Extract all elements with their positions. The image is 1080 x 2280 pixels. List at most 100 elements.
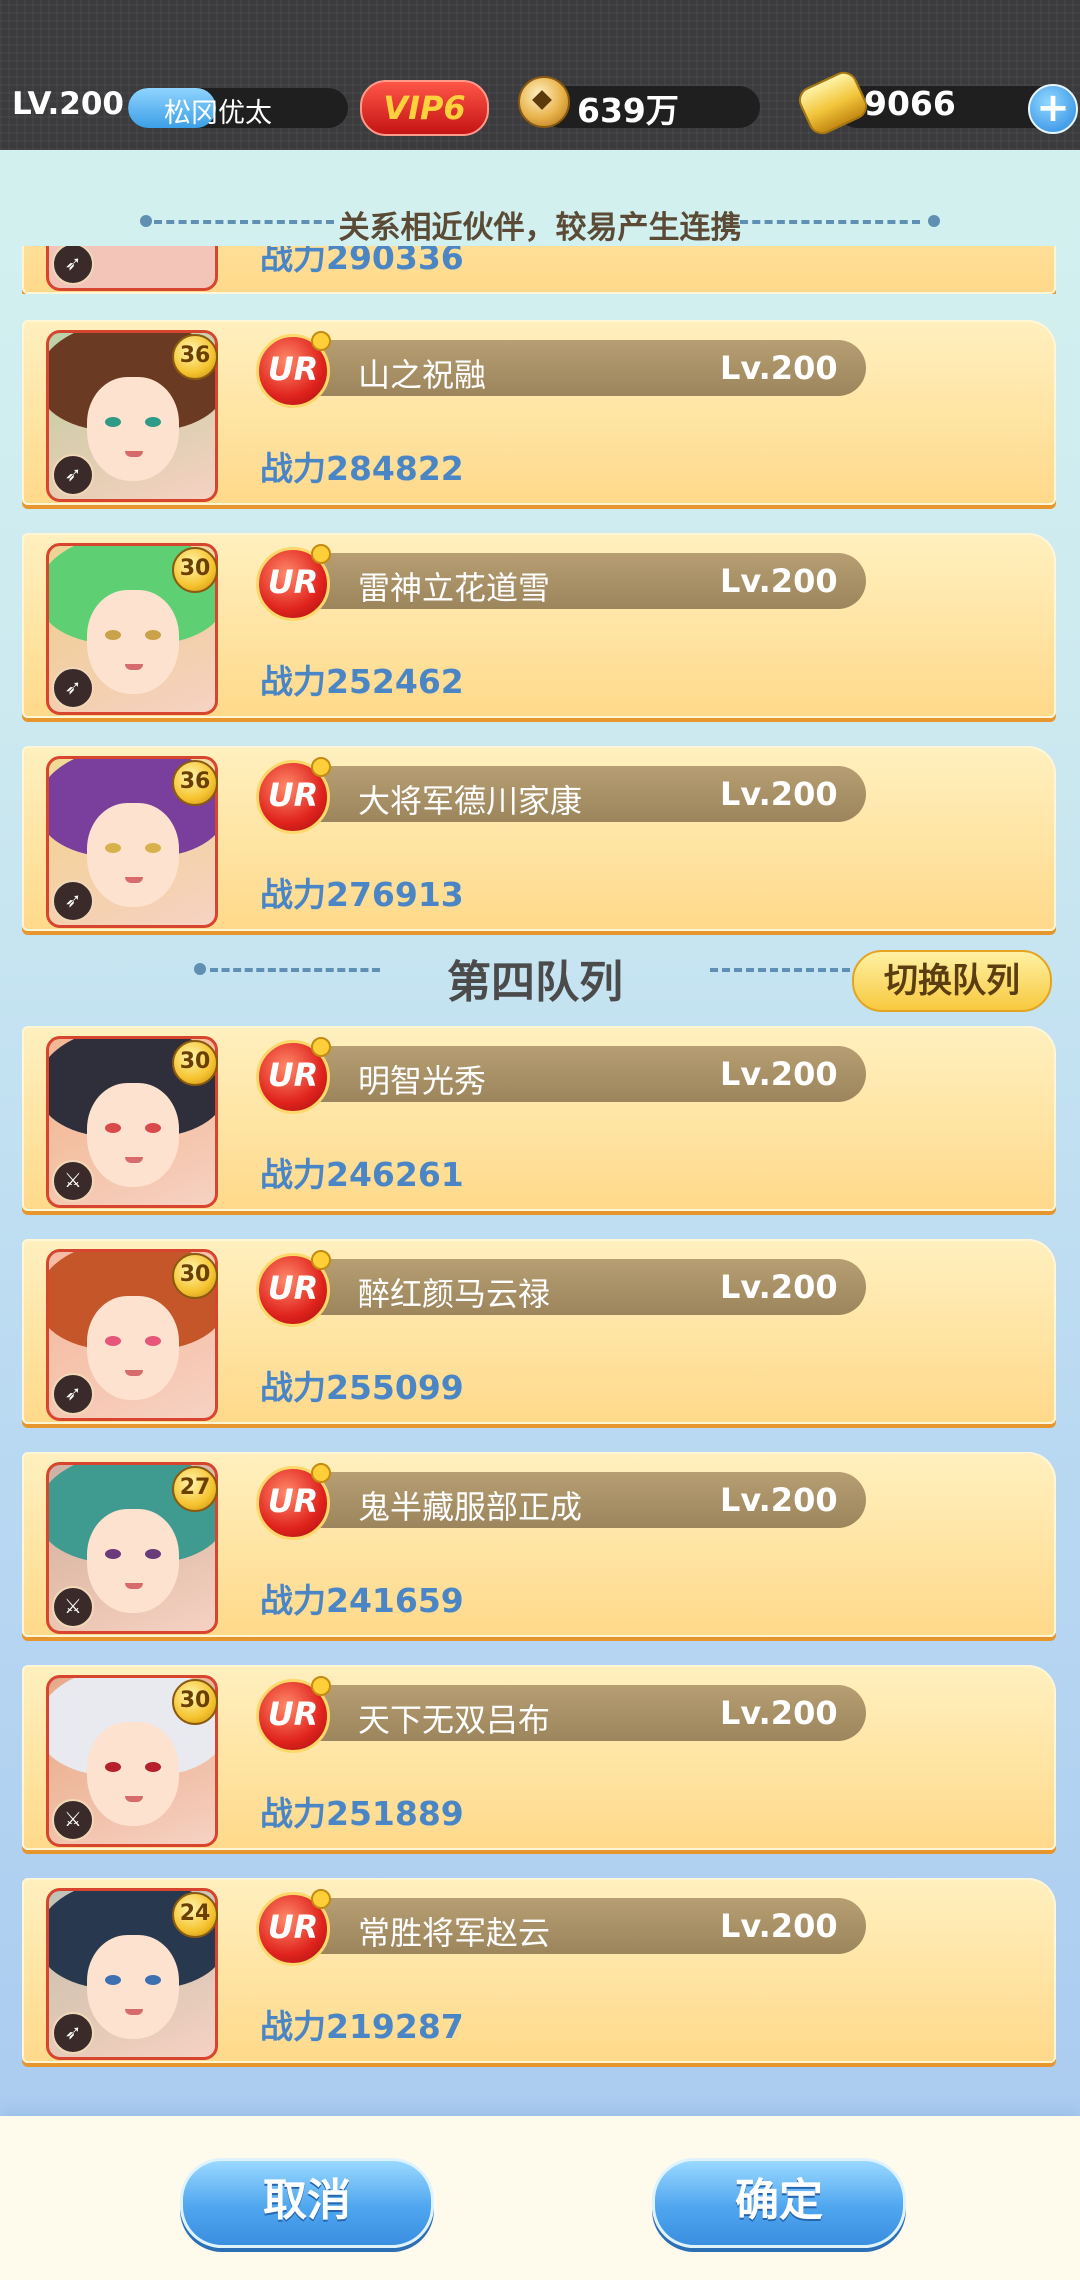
portrait-mouth bbox=[125, 1157, 143, 1163]
portrait-eye bbox=[145, 1975, 161, 1985]
star-level-badge: 36 bbox=[172, 334, 218, 380]
plus-icon[interactable]: + bbox=[1028, 84, 1078, 134]
hero-power: 战力284822 bbox=[260, 449, 464, 488]
hero-level: Lv.200 bbox=[720, 1268, 838, 1306]
portrait-eye bbox=[145, 1123, 161, 1133]
portrait-eye bbox=[145, 1336, 161, 1346]
portrait-mouth bbox=[125, 1796, 143, 1802]
hero-name-plate: 明智光秀 Lv.200 bbox=[286, 1046, 866, 1102]
bow-icon: ➶ bbox=[52, 880, 94, 922]
portrait-face bbox=[87, 1509, 179, 1613]
portrait-eye bbox=[105, 630, 121, 640]
hero-power: 战力251889 bbox=[260, 1794, 464, 1833]
portrait-eye bbox=[105, 417, 121, 427]
hero-power: 战力241659 bbox=[260, 1581, 464, 1620]
portrait-face bbox=[87, 803, 179, 907]
queue4-title: 第四队列 bbox=[447, 957, 623, 1008]
rarity-badge: UR bbox=[256, 544, 331, 621]
hero-card[interactable]: 24 ➶ 常胜将军赵云 Lv.200 UR 战力219287 bbox=[22, 1878, 1056, 2063]
coin-icon bbox=[518, 76, 570, 128]
hero-name-plate: 天下无双吕布 Lv.200 bbox=[286, 1685, 866, 1741]
partial-card-clip: ➶ 战力290336 bbox=[0, 246, 1080, 294]
player-exp-bar: 松冈优太 bbox=[128, 88, 348, 128]
rarity-badge: UR bbox=[256, 1676, 331, 1753]
hero-card[interactable]: 36 ➶ 大将军德川家康 Lv.200 UR 战力276913 bbox=[22, 746, 1056, 931]
star-level-badge: 30 bbox=[172, 1253, 218, 1299]
portrait-face bbox=[87, 590, 179, 694]
bow-icon: ➶ bbox=[52, 2012, 94, 2054]
rarity-badge: UR bbox=[256, 1250, 331, 1327]
hero-card[interactable]: 30 ⚔ 天下无双吕布 Lv.200 UR 战力251889 bbox=[22, 1665, 1056, 1850]
hero-level: Lv.200 bbox=[720, 562, 838, 600]
hero-name-plate: 山之祝融 Lv.200 bbox=[286, 340, 866, 396]
sword-icon: ⚔ bbox=[52, 1799, 94, 1841]
portrait-eye bbox=[105, 1123, 121, 1133]
portrait-eye bbox=[105, 1336, 121, 1346]
gold-ingot-icon bbox=[794, 67, 872, 139]
hero-level: Lv.200 bbox=[720, 1055, 838, 1093]
cancel-button[interactable]: 取消 bbox=[180, 2158, 434, 2248]
hero-card[interactable]: 30 ⚔ 明智光秀 Lv.200 UR 战力246261 bbox=[22, 1026, 1056, 1211]
bow-icon: ➶ bbox=[52, 454, 94, 496]
portrait-mouth bbox=[125, 451, 143, 457]
hero-name-plate: 醉红颜马云禄 Lv.200 bbox=[286, 1259, 866, 1315]
hero-name: 天下无双吕布 bbox=[358, 1701, 551, 1739]
hero-name: 常胜将军赵云 bbox=[358, 1914, 551, 1952]
vip-badge[interactable]: VIP6 bbox=[360, 80, 489, 136]
portrait-eye bbox=[145, 1762, 161, 1772]
hero-power: 战力219287 bbox=[260, 2007, 464, 2046]
rarity-badge: UR bbox=[256, 1037, 331, 1114]
hero-level: Lv.200 bbox=[720, 1907, 838, 1945]
hero-name-plate: 常胜将军赵云 Lv.200 bbox=[286, 1898, 866, 1954]
portrait-eye bbox=[105, 1549, 121, 1559]
hero-level: Lv.200 bbox=[720, 1481, 838, 1519]
portrait-eye bbox=[145, 843, 161, 853]
portrait-mouth bbox=[125, 1583, 143, 1589]
hero-level: Lv.200 bbox=[720, 1694, 838, 1732]
star-level-badge: 30 bbox=[172, 547, 218, 593]
relation-tip-divider: 关系相近伙伴，较易产生连携 bbox=[140, 202, 940, 246]
hero-power: 战力276913 bbox=[260, 875, 464, 914]
hero-card[interactable]: 30 ➶ 醉红颜马云禄 Lv.200 UR 战力255099 bbox=[22, 1239, 1056, 1424]
portrait-eye bbox=[105, 1975, 121, 1985]
portrait-face bbox=[87, 1296, 179, 1400]
sword-icon: ⚔ bbox=[52, 1586, 94, 1628]
star-level-badge: 36 bbox=[172, 760, 218, 806]
portrait-eye bbox=[105, 843, 121, 853]
hero-name-plate: 雷神立花道雪 Lv.200 bbox=[286, 553, 866, 609]
hero-card[interactable]: 27 ⚔ 鬼半藏服部正成 Lv.200 UR 战力241659 bbox=[22, 1452, 1056, 1637]
portrait-mouth bbox=[125, 664, 143, 670]
hero-name: 鬼半藏服部正成 bbox=[358, 1488, 583, 1526]
hero-name: 大将军德川家康 bbox=[358, 782, 583, 820]
hero-name-plate: 鬼半藏服部正成 Lv.200 bbox=[286, 1472, 866, 1528]
hero-card[interactable]: 36 ➶ 山之祝融 Lv.200 UR 战力284822 bbox=[22, 320, 1056, 505]
hero-level: Lv.200 bbox=[720, 349, 838, 387]
queue4-divider: 第四队列 bbox=[190, 950, 880, 1010]
player-level: LV.200 bbox=[12, 86, 124, 122]
top-status-bar: LV.200 松冈优太 VIP6 639万 9066 + bbox=[0, 0, 1080, 150]
relation-tip-text: 关系相近伙伴，较易产生连携 bbox=[338, 210, 742, 246]
bow-icon: ➶ bbox=[52, 1373, 94, 1415]
rarity-badge: UR bbox=[256, 757, 331, 834]
portrait-face bbox=[87, 1935, 179, 2039]
player-name: 松冈优太 bbox=[164, 98, 272, 128]
bow-icon: ➶ bbox=[52, 667, 94, 709]
portrait-face bbox=[87, 1083, 179, 1187]
bottom-action-bar bbox=[0, 2116, 1080, 2280]
hero-card[interactable]: 30 ➶ 雷神立花道雪 Lv.200 UR 战力252462 bbox=[22, 533, 1056, 718]
portrait-eye bbox=[145, 417, 161, 427]
hero-power: 战力252462 bbox=[260, 662, 464, 701]
confirm-button[interactable]: 确定 bbox=[652, 2158, 906, 2248]
hero-name: 雷神立花道雪 bbox=[358, 569, 551, 607]
coin-amount: 639万 bbox=[577, 91, 679, 130]
portrait-face bbox=[87, 377, 179, 481]
hero-power: 战力255099 bbox=[260, 1368, 464, 1407]
hero-name-plate: 大将军德川家康 Lv.200 bbox=[286, 766, 866, 822]
portrait-eye bbox=[145, 1549, 161, 1559]
hero-name: 醉红颜马云禄 bbox=[358, 1275, 551, 1313]
hero-level: Lv.200 bbox=[720, 775, 838, 813]
hero-card-partial[interactable]: ➶ 战力290336 bbox=[22, 246, 1056, 294]
rarity-badge: UR bbox=[256, 331, 331, 408]
star-level-badge: 27 bbox=[172, 1466, 218, 1512]
switch-queue-button[interactable]: 切换队列 bbox=[852, 950, 1052, 1012]
